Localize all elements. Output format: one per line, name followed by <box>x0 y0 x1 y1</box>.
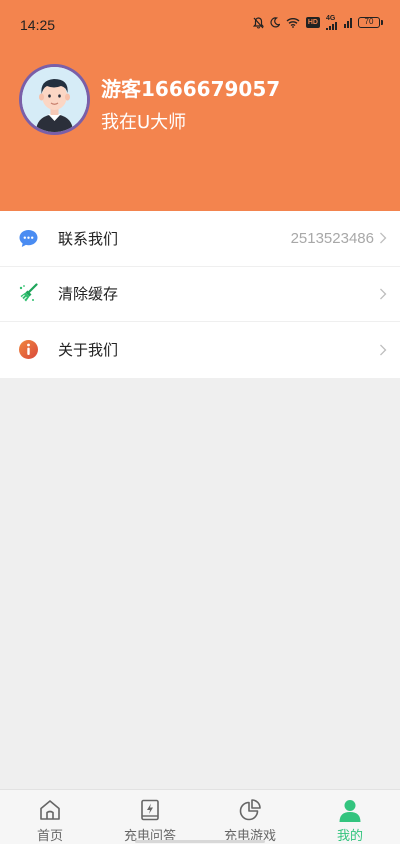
network-type: 4G <box>326 15 336 22</box>
tab-label: 我的 <box>336 829 363 844</box>
tab-label: 首页 <box>36 829 63 844</box>
tab-home[interactable]: 首页 <box>0 790 100 844</box>
info-icon <box>19 340 38 360</box>
tab-mine[interactable]: 我的 <box>300 790 400 844</box>
profile-header: 14:25 HD 4G 70 游客1666679057 我在U大师 <box>0 0 400 211</box>
menu-item-label: 联系我们 <box>58 229 119 248</box>
bell-muted-icon <box>252 16 264 29</box>
menu-item-label: 关于我们 <box>58 341 119 360</box>
user-tagline: 我在U大师 <box>101 112 187 133</box>
tab-charging-game[interactable]: 充电游戏 <box>200 790 300 844</box>
book-bolt-icon <box>141 799 159 821</box>
user-icon <box>339 800 361 822</box>
avatar-illustration <box>22 67 87 132</box>
status-bar: 14:25 HD 4G 70 <box>0 0 400 52</box>
chevron-right-icon <box>380 232 387 244</box>
username: 游客1666679057 <box>101 77 281 101</box>
avatar[interactable] <box>19 64 90 135</box>
menu-item-label: 清除缓存 <box>58 285 119 304</box>
pie-chart-icon <box>239 799 261 821</box>
menu-item-clear-cache[interactable]: 清除缓存 <box>0 267 400 322</box>
menu-item-about[interactable]: 关于我们 <box>0 322 400 378</box>
home-indicator <box>135 840 265 843</box>
moon-icon <box>270 17 280 28</box>
settings-menu: 联系我们 2513523486 清除缓存 关于我们 <box>0 211 400 378</box>
broom-icon <box>19 283 38 302</box>
home-icon <box>40 800 60 820</box>
contact-qq-number: 2513523486 <box>290 229 374 247</box>
chevron-right-icon <box>380 288 387 300</box>
menu-item-contact[interactable]: 联系我们 2513523486 <box>0 211 400 267</box>
battery-icon: 70 <box>358 17 383 28</box>
bottom-tab-bar: 首页 充电问答 充电游戏 我的 <box>0 789 400 844</box>
tab-charging-qa[interactable]: 充电问答 <box>100 790 200 844</box>
status-time: 14:25 <box>20 17 56 33</box>
hd-badge: HD <box>305 17 320 28</box>
signal-icon <box>344 18 352 28</box>
chat-bubble-icon <box>19 229 38 247</box>
wifi-icon <box>286 18 300 28</box>
signal-4g-icon: 4G <box>326 15 338 30</box>
chevron-right-icon <box>380 344 387 356</box>
status-icons: HD 4G 70 <box>252 15 383 30</box>
